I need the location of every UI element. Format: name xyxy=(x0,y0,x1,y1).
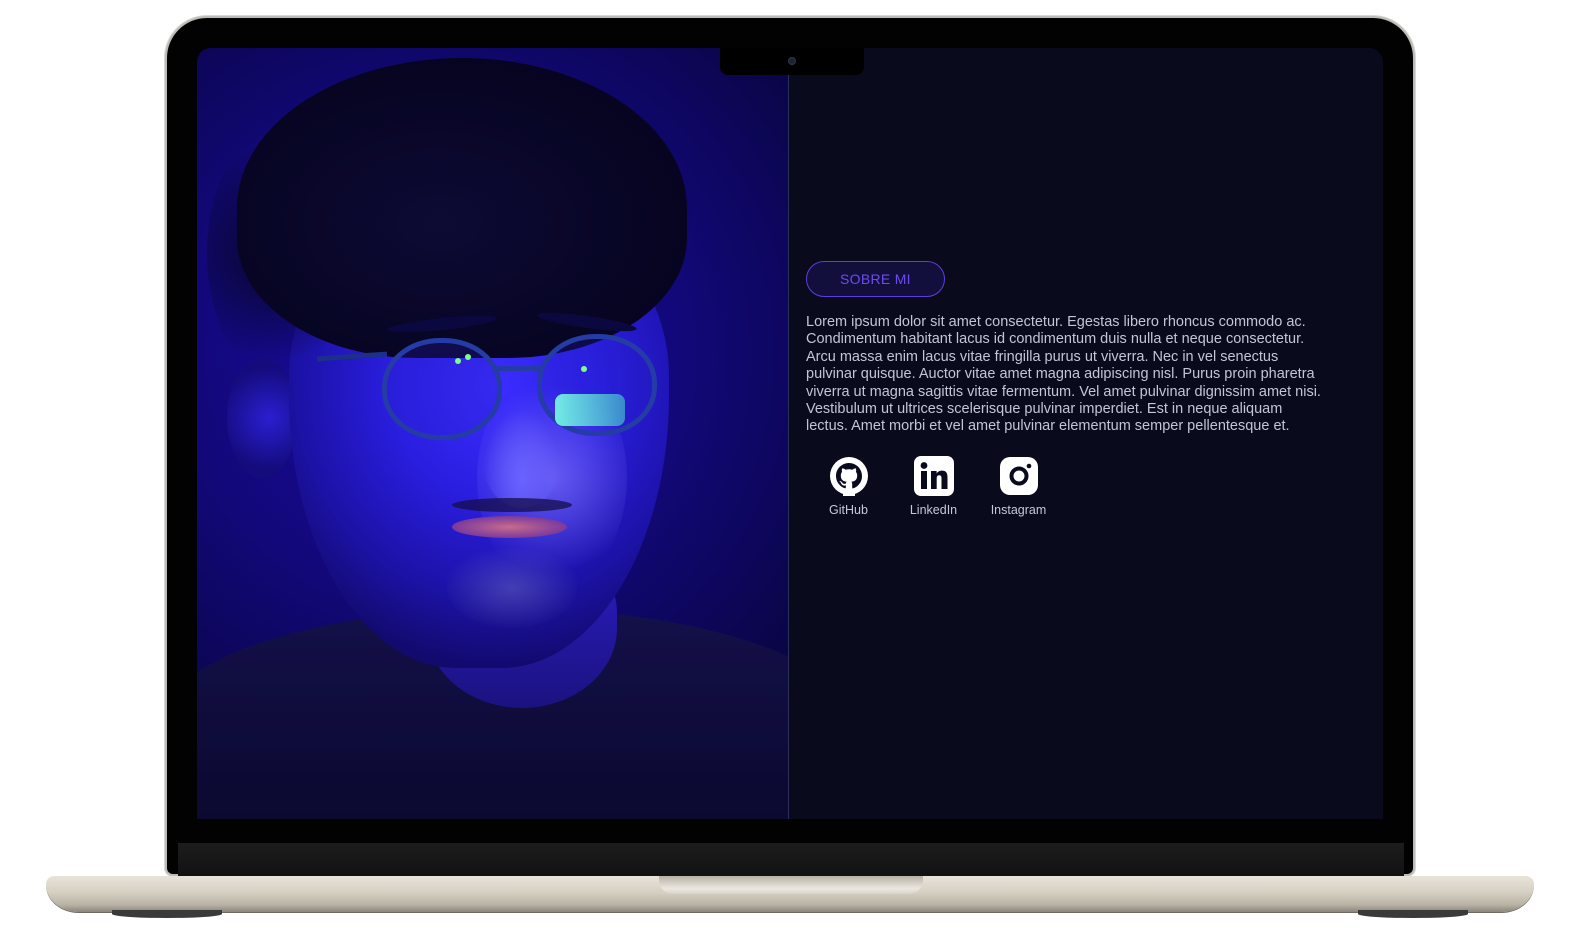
profile-photo xyxy=(197,48,789,819)
about-bio: Lorem ipsum dolor sit amet consectetur. … xyxy=(806,314,1321,435)
glasses-reflection xyxy=(555,394,625,426)
instagram-link[interactable]: Instagram xyxy=(976,456,1061,517)
camera-icon xyxy=(788,57,796,65)
linkedin-label: LinkedIn xyxy=(909,502,958,517)
glasses-reflection-dot xyxy=(455,358,461,364)
laptop-hinge xyxy=(178,843,1404,877)
linkedin-icon xyxy=(913,455,954,496)
photo-mouth xyxy=(452,516,567,538)
glasses-lens-left xyxy=(382,338,502,440)
glasses-reflection-dot xyxy=(465,354,471,360)
photo-beard xyxy=(447,548,577,628)
github-icon xyxy=(829,456,868,496)
screen: SOBRE MI Lorem ipsum dolor sit amet cons… xyxy=(197,48,1383,819)
instagram-label: Instagram xyxy=(990,502,1047,517)
github-link[interactable]: GitHub xyxy=(806,456,891,517)
instagram-icon xyxy=(999,456,1038,495)
laptop-foot-left xyxy=(112,910,222,918)
glasses-bridge xyxy=(495,366,543,371)
laptop-opening-notch xyxy=(659,876,923,894)
photo-hair xyxy=(237,58,687,358)
about-section: SOBRE MI Lorem ipsum dolor sit amet cons… xyxy=(806,261,1326,517)
glasses-reflection-dot xyxy=(581,366,587,372)
github-label: GitHub xyxy=(829,502,868,517)
photo-nose xyxy=(482,408,562,508)
photo-mustache xyxy=(452,498,572,512)
camera-notch xyxy=(720,48,864,75)
laptop-foot-right xyxy=(1358,910,1468,918)
social-links: GitHub LinkedIn Instagram xyxy=(806,455,1326,517)
about-badge: SOBRE MI xyxy=(806,261,945,297)
linkedin-link[interactable]: LinkedIn xyxy=(891,455,976,517)
